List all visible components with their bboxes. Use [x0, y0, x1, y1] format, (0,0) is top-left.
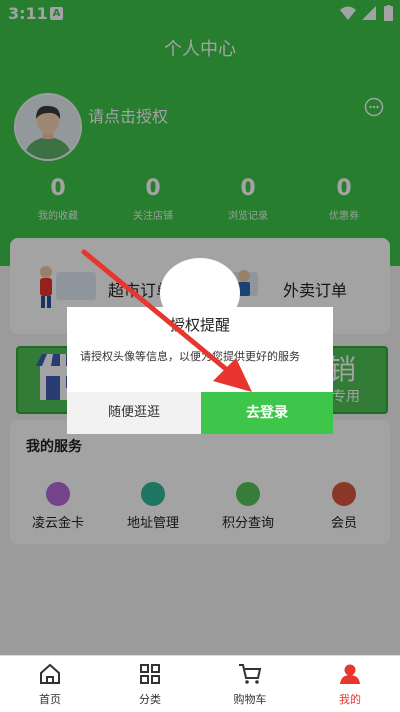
tab-label: 我的: [339, 693, 361, 706]
tab-category[interactable]: 分类: [100, 656, 200, 712]
tab-label: 购物车: [233, 693, 267, 706]
cart-icon: [239, 664, 262, 684]
dialog-title: 授权提醒: [169, 316, 230, 334]
home-icon: [40, 663, 60, 684]
dialog-message: 请授权头像等信息，以便为您提供更好的服务: [80, 350, 300, 363]
user-icon: [340, 664, 360, 684]
category-grid-icon: [140, 664, 160, 684]
browse-button[interactable]: 随便逛逛: [67, 392, 201, 434]
login-button[interactable]: 去登录: [201, 392, 333, 434]
tab-label: 分类: [139, 693, 161, 706]
tab-home[interactable]: 首页: [0, 656, 100, 712]
tab-cart[interactable]: 购物车: [200, 656, 300, 712]
bottom-tab-bar: 首页 分类 购物车 我的: [0, 655, 400, 712]
tab-mine[interactable]: 我的: [300, 656, 400, 712]
tab-label: 首页: [39, 693, 61, 706]
